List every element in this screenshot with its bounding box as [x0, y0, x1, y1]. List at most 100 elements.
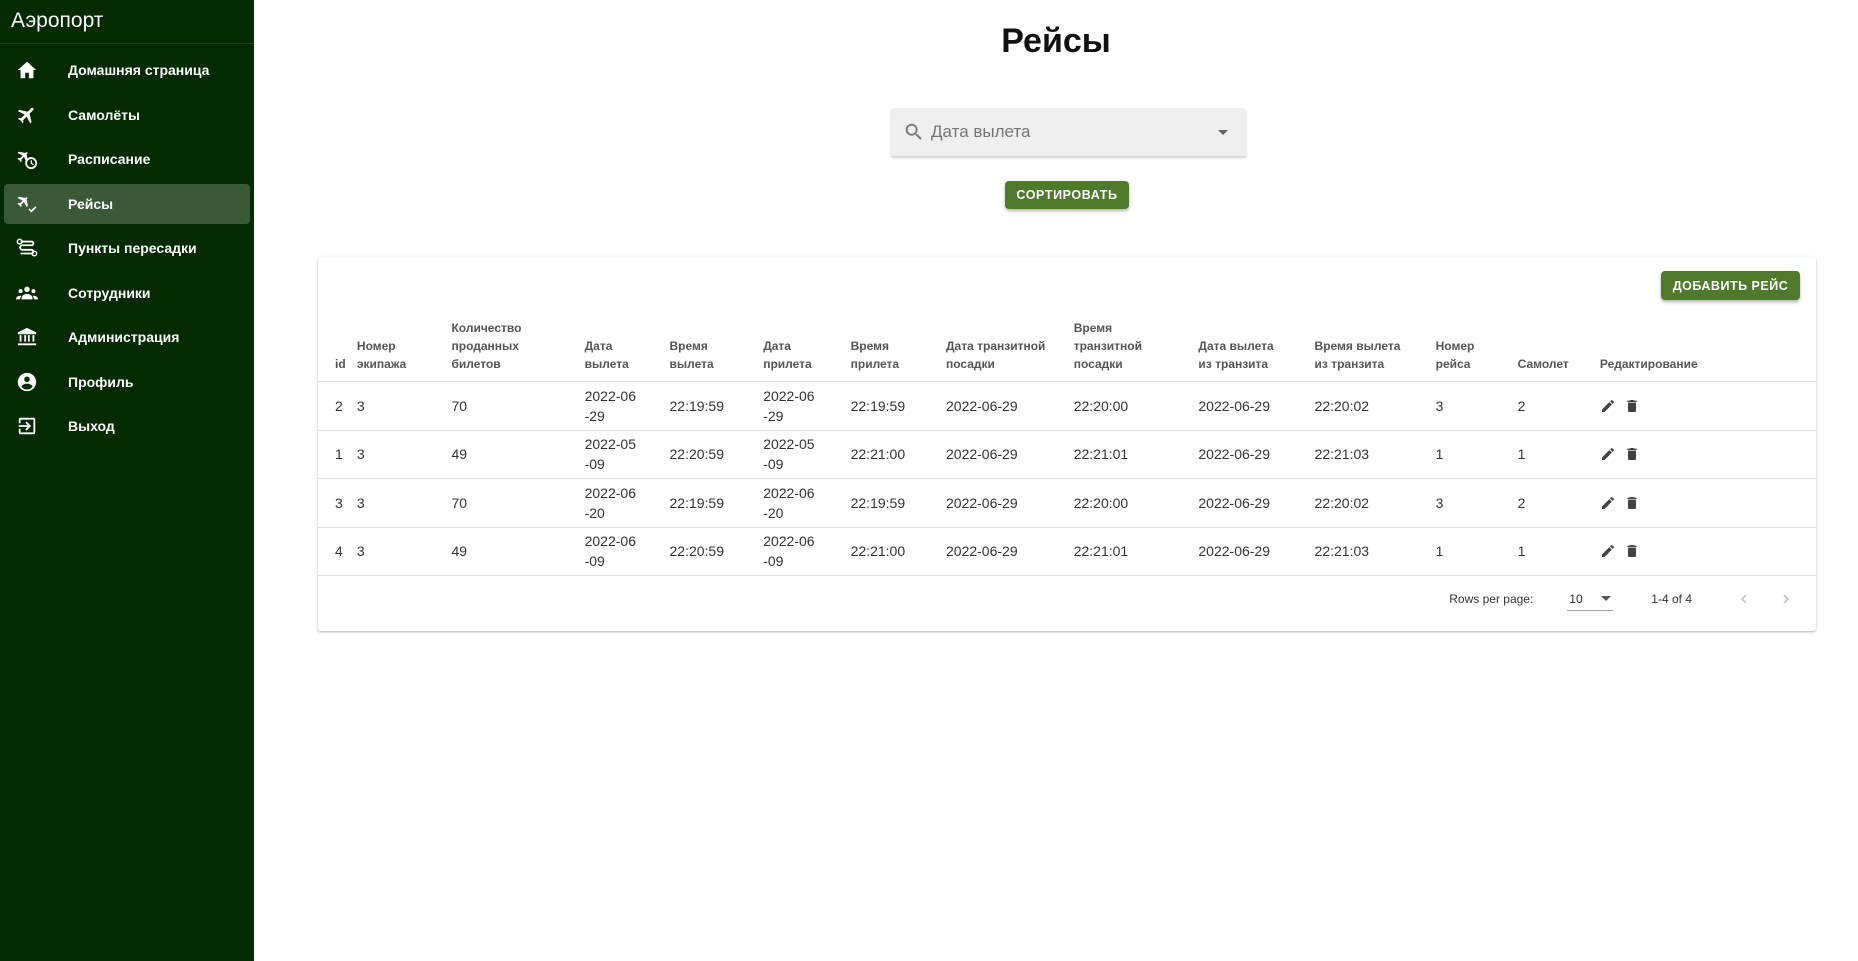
column-header-arrival-date[interactable]: Дата прилета [763, 319, 851, 382]
sidebar-item-logout[interactable]: Выход [4, 406, 250, 446]
table-cell: 22:21:03 [1314, 430, 1436, 479]
people-icon [12, 281, 42, 305]
column-header-transit-time[interactable]: Время транзитной посадки [1073, 319, 1199, 382]
page-title: Рейсы [1001, 22, 1111, 60]
chevron-down-icon [1218, 129, 1228, 135]
sidebar-item-transit-points[interactable]: Пункты пересадки [4, 228, 250, 268]
table-cell-text: 2022-05-09 [584, 436, 636, 473]
column-header-label: Время транзитной посадки [1073, 321, 1143, 371]
pagination: Rows per page: 10 1-4 of 4 [318, 581, 1816, 617]
previous-page-button[interactable] [1732, 587, 1756, 611]
table-cell: 70 [451, 478, 585, 528]
sidebar: Аэропорт Домашняя страница Самолёты Расп… [0, 0, 254, 961]
table-cell: 2022-06-09 [584, 527, 670, 576]
column-header-transit-departure-date[interactable]: Дата вылета из транзита [1198, 319, 1315, 382]
column-header-departure-date[interactable]: Дата вылета [584, 319, 670, 382]
column-header-arrival-time[interactable]: Время прилета [850, 319, 946, 382]
table-cell: 22:20:59 [669, 527, 764, 576]
column-header-departure-time[interactable]: Время вылета [669, 319, 764, 382]
sidebar-item-planes[interactable]: Самолёты [4, 95, 250, 135]
row-actions [1600, 495, 1816, 511]
row-actions [1600, 446, 1816, 462]
sidebar-item-flights[interactable]: Рейсы [4, 183, 250, 224]
sidebar-item-profile[interactable]: Профиль [4, 362, 250, 402]
table-cell: 1 [1517, 430, 1600, 479]
table-cell: 2022-06-20 [584, 478, 670, 528]
column-header-label: Дата транзитной посадки [946, 339, 1046, 371]
sidebar-item-administration[interactable]: Администрация [4, 317, 250, 357]
column-header-flight-number[interactable]: Номер рейса [1435, 319, 1518, 382]
add-flight-button[interactable]: ДОБАВИТЬ РЕЙС [1661, 271, 1800, 300]
column-header-label: Время вылета [669, 339, 714, 371]
table-cell: 22:20:02 [1314, 381, 1436, 431]
edit-icon[interactable] [1600, 446, 1616, 462]
table-cell-actions [1599, 430, 1816, 479]
table-cell: 3 [1435, 478, 1518, 528]
column-header-label: Время вылета из транзита [1314, 339, 1401, 371]
column-header-label: Номер рейса [1435, 339, 1475, 371]
bank-icon [12, 325, 42, 349]
table-cell: 3 [356, 478, 452, 528]
departure-date-select[interactable]: Дата вылета [891, 108, 1246, 156]
table-cell: 1 [1435, 527, 1518, 576]
rows-per-page-value: 10 [1569, 591, 1583, 606]
column-header-label: Номер экипажа [356, 339, 407, 371]
flights-table: id Номер экипажа Количество проданных би… [318, 319, 1816, 576]
airplane-check-icon [12, 192, 42, 216]
table-cell: 2 [318, 381, 357, 431]
sidebar-item-schedule[interactable]: Расписание [4, 139, 250, 179]
table-cell: 3 [356, 430, 452, 479]
delete-icon[interactable] [1624, 398, 1640, 414]
delete-icon[interactable] [1624, 543, 1640, 559]
table-cell-text: 2022-06-29 [763, 387, 815, 424]
table-cell: 22:19:59 [850, 478, 946, 528]
column-header-transit-date[interactable]: Дата транзитной посадки [946, 319, 1074, 382]
flights-table-card: ДОБАВИТЬ РЕЙС id Номер экипажа Количеств… [318, 257, 1816, 631]
table-cell: 2022-06-09 [763, 527, 851, 576]
table-cell: 22:20:59 [669, 430, 764, 479]
delete-icon[interactable] [1624, 446, 1640, 462]
row-actions [1600, 543, 1816, 559]
rows-per-page-select[interactable]: 10 [1567, 587, 1614, 611]
table-cell: 2022-06-29 [946, 527, 1074, 576]
table-cell: 70 [451, 381, 585, 431]
sidebar-item-label: Самолёты [68, 106, 140, 123]
table-header-row: id Номер экипажа Количество проданных би… [318, 319, 1816, 382]
sort-button[interactable]: СОРТИРОВАТЬ [1005, 181, 1129, 209]
table-cell: 22:21:00 [850, 430, 946, 479]
row-actions [1600, 398, 1816, 414]
sidebar-item-home[interactable]: Домашняя страница [4, 50, 250, 90]
column-header-edit: Редактирование [1599, 319, 1816, 382]
table-cell: 49 [451, 527, 585, 576]
sidebar-item-label: Профиль [68, 373, 134, 390]
column-header-tickets[interactable]: Количество проданных билетов [451, 319, 585, 382]
table-cell-text: 2022-06-09 [584, 533, 636, 570]
column-header-plane[interactable]: Самолет [1517, 319, 1600, 382]
delete-icon[interactable] [1624, 495, 1640, 511]
table-cell: 1 [318, 430, 357, 479]
chevron-left-icon [1741, 594, 1747, 604]
table-cell: 22:19:59 [669, 381, 764, 431]
column-header-label: Количество проданных билетов [451, 321, 522, 371]
column-header-id[interactable]: id [318, 319, 357, 382]
table-cell: 2 [1517, 381, 1600, 431]
chevron-down-icon [1601, 596, 1612, 601]
table-cell: 22:21:03 [1314, 527, 1436, 576]
column-header-label: Дата вылета из транзита [1198, 339, 1274, 371]
edit-icon[interactable] [1600, 495, 1616, 511]
table-cell: 49 [451, 430, 585, 479]
table-cell-text: 2022-06-20 [584, 484, 636, 521]
table-cell: 2022-06-29 [946, 478, 1074, 528]
sidebar-item-employees[interactable]: Сотрудники [4, 273, 250, 313]
column-header-transit-departure-time[interactable]: Время вылета из транзита [1314, 319, 1436, 382]
airplane-clock-icon [12, 147, 42, 171]
next-page-button[interactable] [1774, 587, 1798, 611]
column-header-label: Дата прилета [763, 339, 812, 371]
edit-icon[interactable] [1600, 398, 1616, 414]
sidebar-item-label: Выход [68, 418, 115, 434]
table-cell: 22:20:00 [1073, 381, 1199, 431]
sidebar-nav: Домашняя страница Самолёты Расписание Ре… [0, 44, 254, 446]
table-cell: 22:19:59 [850, 381, 946, 431]
edit-icon[interactable] [1600, 543, 1616, 559]
column-header-crew[interactable]: Номер экипажа [356, 319, 452, 382]
